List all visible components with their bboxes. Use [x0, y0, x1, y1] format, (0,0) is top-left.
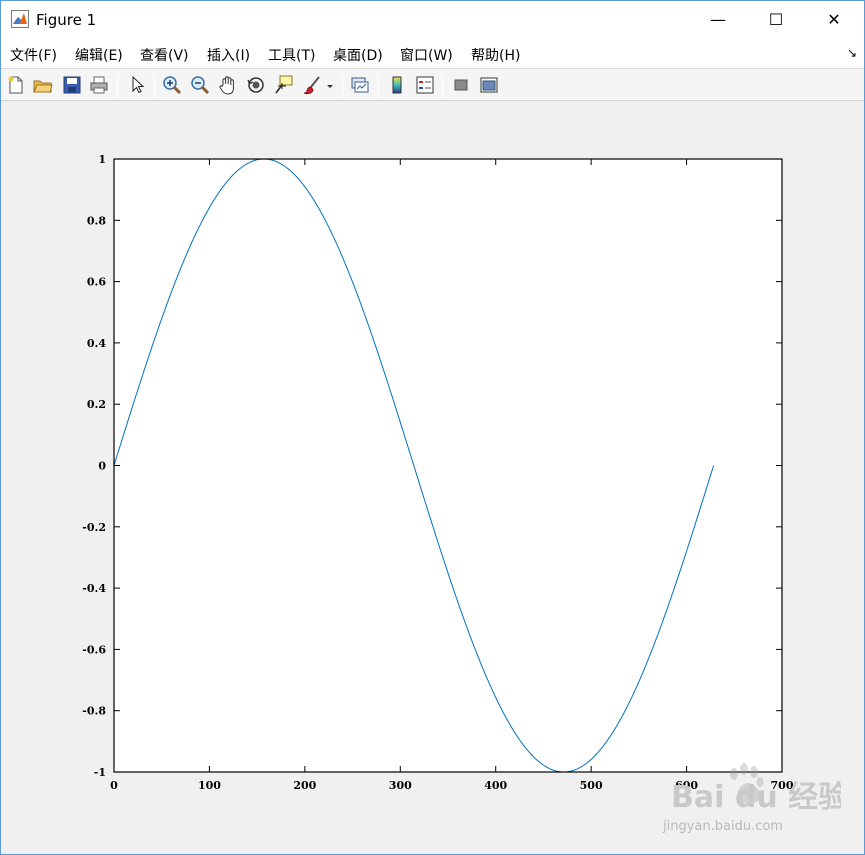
- new-figure-icon[interactable]: [5, 74, 27, 96]
- window-title: Figure 1: [36, 11, 97, 29]
- menu-bar: 文件(F) 编辑(E) 查看(V) 插入(I) 工具(T) 桌面(D) 窗口(W…: [1, 38, 864, 68]
- y-tick-label: -0.2: [82, 521, 106, 534]
- matlab-logo-icon: [11, 10, 29, 28]
- menu-edit[interactable]: 编辑(E): [75, 45, 123, 65]
- pointer-icon[interactable]: [126, 74, 148, 96]
- link-plot-icon[interactable]: [349, 74, 371, 96]
- figure-window: Figure 1 — ☐ ✕ 文件(F) 编辑(E) 查看(V) 插入(I) 工…: [0, 0, 865, 855]
- x-tick-label: 400: [484, 779, 507, 792]
- y-tick-label: 0.8: [87, 214, 106, 227]
- watermark-brand: Bai du 经验: [671, 780, 841, 815]
- toolbar-separator: [378, 73, 379, 97]
- save-icon[interactable]: [61, 74, 83, 96]
- maximize-button[interactable]: ☐: [753, 1, 799, 38]
- minimize-icon: —: [710, 10, 726, 29]
- toolbar-separator: [154, 73, 155, 97]
- show-plot-tools-icon[interactable]: [478, 74, 500, 96]
- minimize-button[interactable]: —: [695, 1, 741, 38]
- zoom-out-icon[interactable]: [189, 74, 211, 96]
- close-button[interactable]: ✕: [811, 1, 857, 38]
- y-tick-label: -0.8: [82, 705, 106, 718]
- toolbar-separator: [442, 73, 443, 97]
- x-tick-label: 300: [389, 779, 412, 792]
- menu-window[interactable]: 窗口(W): [400, 45, 453, 65]
- open-file-icon[interactable]: [32, 74, 54, 96]
- figure-toolbar: [1, 68, 864, 101]
- figure-canvas[interactable]: -1 -0.8 -0.6 -0.4 -0.2 0 0.2 0.4 0.6 0.8 1 0 100 200…: [1, 101, 864, 854]
- y-tick-label: 0.2: [87, 398, 106, 411]
- axes-background: [114, 159, 782, 772]
- menu-help[interactable]: 帮助(H): [471, 45, 520, 65]
- toolbar-separator: [342, 73, 343, 97]
- x-tick-label: 200: [293, 779, 316, 792]
- y-tick-label: -0.6: [82, 643, 106, 656]
- y-tick-label: -1: [94, 766, 106, 779]
- pan-hand-icon[interactable]: [217, 74, 239, 96]
- data-cursor-icon[interactable]: [273, 74, 295, 96]
- toolbar-separator: [117, 73, 118, 97]
- rotate-3d-icon[interactable]: [245, 74, 267, 96]
- title-bar[interactable]: Figure 1 — ☐ ✕: [1, 1, 864, 38]
- menu-desktop[interactable]: 桌面(D): [333, 45, 383, 65]
- maximize-icon: ☐: [768, 10, 784, 29]
- x-tick-label: 500: [580, 779, 603, 792]
- dock-arrow-icon[interactable]: ↘: [847, 46, 857, 60]
- menu-file[interactable]: 文件(F): [10, 45, 57, 65]
- y-tick-label: 0.4: [87, 337, 106, 350]
- menu-insert[interactable]: 插入(I): [207, 45, 250, 65]
- brush-dropdown-icon[interactable]: [325, 74, 335, 96]
- watermark-url: jingyan.baidu.com: [663, 819, 783, 834]
- y-tick-label: 1: [98, 153, 106, 166]
- plot-svg: -1 -0.8 -0.6 -0.4 -0.2 0 0.2 0.4 0.6 0.8 1 0 100 200…: [82, 153, 794, 792]
- close-icon: ✕: [827, 10, 841, 29]
- hide-plot-tools-icon[interactable]: [450, 74, 472, 96]
- print-icon[interactable]: [88, 74, 110, 96]
- colorbar-icon[interactable]: [386, 74, 408, 96]
- zoom-in-icon[interactable]: [161, 74, 183, 96]
- x-tick-label: 0: [110, 779, 118, 792]
- y-tick-label: 0: [98, 460, 106, 473]
- y-tick-label: 0.6: [87, 276, 106, 289]
- legend-icon[interactable]: [414, 74, 436, 96]
- y-tick-label: -0.4: [82, 582, 106, 595]
- menu-view[interactable]: 查看(V): [140, 45, 189, 65]
- brush-icon[interactable]: [301, 74, 323, 96]
- menu-tools[interactable]: 工具(T): [268, 45, 315, 65]
- x-tick-label: 100: [198, 779, 221, 792]
